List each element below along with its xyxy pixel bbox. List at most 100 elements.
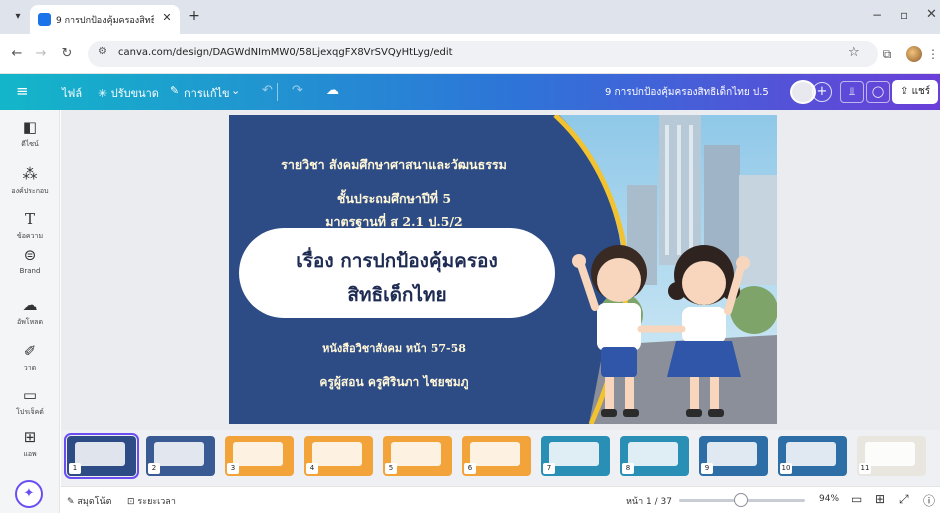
- timer-button[interactable]: ⊡ ระยะเวลา: [127, 494, 176, 508]
- notes-label: สมุดโน้ต: [77, 497, 112, 507]
- sidebar-item-draw[interactable]: ✐ วาด: [0, 342, 60, 374]
- pages-view-icon[interactable]: ▭: [851, 492, 862, 506]
- thumbnail-preview: [154, 442, 204, 466]
- sidebar-item-label: องค์ประกอบ: [11, 187, 49, 195]
- edit-pencil-icon[interactable]: ✎: [170, 84, 179, 97]
- thumbnail-preview: [233, 442, 283, 466]
- omnibox[interactable]: ⚙ canva.com/design/DAGWdNImMW0/58LjexqgF…: [88, 41, 878, 67]
- help-icon[interactable]: ⓘ: [923, 492, 935, 509]
- sidebar-item-text[interactable]: T ข้อความ: [0, 210, 60, 242]
- page-thumbnail[interactable]: 6: [462, 436, 531, 476]
- chevron-down-icon[interactable]: ⌄: [231, 84, 240, 97]
- slide-subject-text[interactable]: รายวิชา สังคมศึกษาศาสนาและวัฒนธรรม: [229, 155, 559, 175]
- page-thumbnail[interactable]: 4: [304, 436, 373, 476]
- new-tab-button[interactable]: +: [186, 8, 202, 24]
- resize-button[interactable]: ✳ ปรับขนาด: [98, 84, 159, 102]
- redo-icon[interactable]: ↷: [292, 83, 303, 98]
- thumbnail-number: 10: [780, 463, 792, 474]
- page-thumbnail[interactable]: 3: [225, 436, 294, 476]
- close-tab-icon[interactable]: ✕: [160, 11, 174, 25]
- page-thumbnail[interactable]: 2: [146, 436, 215, 476]
- analytics-icon[interactable]: ⫫: [840, 81, 864, 103]
- thumbnail-preview: [786, 442, 836, 466]
- sidebar-item-label: แอพ: [23, 450, 37, 458]
- sidebar-item-label: Brand: [19, 267, 41, 275]
- reload-icon[interactable]: ↻: [58, 45, 76, 63]
- page-thumbnail[interactable]: 10: [778, 436, 847, 476]
- sidebar-item-label: ดีไซน์: [21, 140, 39, 148]
- page-thumbnail[interactable]: 1: [64, 433, 139, 479]
- page-thumbnail[interactable]: 8: [620, 436, 689, 476]
- grid-view-icon[interactable]: ⊞: [875, 492, 885, 506]
- fullscreen-icon[interactable]: ⤢: [899, 492, 909, 507]
- bookmark-star-icon[interactable]: ☆: [848, 45, 860, 60]
- left-sidebar: ◧ ดีไซน์ ⁂ องค์ประกอบ T ข้อความ ⊜ Brand …: [0, 110, 60, 513]
- slide-topic-pill[interactable]: เรื่อง การปกป้องคุ้มครอง สิทธิเด็กไทย: [239, 228, 555, 318]
- thumbnail-number: 7: [543, 463, 555, 474]
- toolbar-divider: [277, 83, 278, 101]
- thumbnail-number: 9: [701, 463, 713, 474]
- slide-book-reference[interactable]: หนังสือวิชาสังคม หน้า 57-58: [229, 339, 559, 357]
- address-bar-row: ← → ↻ ⚙ canva.com/design/DAGWdNImMW0/58L…: [0, 34, 940, 74]
- sidebar-item-design[interactable]: ◧ ดีไซน์: [0, 118, 60, 150]
- notes-icon: ✎: [67, 497, 78, 507]
- add-collaborator-button[interactable]: +: [812, 82, 832, 102]
- thumbnail-preview: [628, 442, 678, 466]
- window-close-icon[interactable]: ✕: [926, 7, 937, 22]
- share-button[interactable]: ⇪ แชร์: [892, 80, 938, 104]
- thumbnail-number: 6: [464, 463, 476, 474]
- zoom-slider-handle[interactable]: [734, 493, 748, 507]
- document-title[interactable]: 9 การปกป้องคุ้มครองสิทธิเด็กไทย ป.5: [605, 85, 769, 100]
- browser-tab-strip: ▾ 9 การปกป้องคุ้มครองสิทธิเด็กไทย ป.5 ✕ …: [0, 0, 940, 34]
- thumbnail-number: 4: [306, 463, 318, 474]
- tab-search-icon[interactable]: ▾: [10, 9, 26, 25]
- thumbnail-number: 3: [227, 463, 239, 474]
- minimize-icon[interactable]: −: [872, 8, 882, 22]
- thumbnail-preview: [549, 442, 599, 466]
- profile-avatar[interactable]: [906, 46, 922, 62]
- page-thumbnail[interactable]: 9: [699, 436, 768, 476]
- url-text[interactable]: canva.com/design/DAGWdNImMW0/58LjexqgFX8…: [118, 47, 453, 58]
- apps-icon: ⊞: [23, 428, 37, 446]
- thumbnail-number: 2: [148, 463, 160, 474]
- page-thumbnail[interactable]: 5: [383, 436, 452, 476]
- browser-menu-icon[interactable]: ⋮: [924, 45, 940, 63]
- forward-icon[interactable]: →: [32, 45, 50, 63]
- thumbnail-number: 1: [69, 463, 81, 474]
- sidebar-item-apps[interactable]: ⊞ แอพ: [0, 428, 60, 460]
- share-upload-icon: ⇪: [900, 86, 912, 97]
- edit-mode-dropdown[interactable]: การแก้ไข: [184, 84, 230, 102]
- thumbnail-preview: [470, 442, 520, 466]
- brand-icon: ⊜: [23, 246, 37, 264]
- back-icon[interactable]: ←: [8, 45, 26, 63]
- notes-button[interactable]: ✎ สมุดโน้ต: [67, 494, 112, 508]
- page-thumbnail[interactable]: 11: [857, 436, 926, 476]
- sidebar-item-upload[interactable]: ☁ อัพโหลด: [0, 296, 60, 328]
- sidebar-item-brand[interactable]: ⊜ Brand: [0, 246, 60, 275]
- slide-topic-line2[interactable]: สิทธิเด็กไทย: [239, 280, 555, 310]
- comment-icon[interactable]: ◯: [866, 81, 890, 103]
- browser-tab[interactable]: 9 การปกป้องคุ้มครองสิทธิเด็กไทย ป.5 ✕: [30, 5, 180, 34]
- thumbnail-preview: [707, 442, 757, 466]
- menu-icon[interactable]: ≡: [16, 82, 29, 100]
- cloud-saved-icon: ☁: [326, 83, 339, 98]
- undo-icon[interactable]: ↶: [262, 83, 273, 98]
- canva-favicon-icon: [38, 13, 51, 26]
- sidebar-item-elements[interactable]: ⁂ องค์ประกอบ: [0, 165, 60, 197]
- site-info-icon[interactable]: ⚙: [98, 46, 107, 57]
- canva-toolbar: ≡ ไฟล์ ✳ ปรับขนาด ✎ การแก้ไข ⌄ ↶ ↷ ☁ 9 ก…: [0, 74, 940, 110]
- page-indicator[interactable]: หน้า 1 / 37: [626, 494, 672, 508]
- restore-icon[interactable]: ▫: [900, 8, 908, 22]
- sidebar-item-projects[interactable]: ▭ โปรเจ็คต์: [0, 386, 60, 418]
- magic-assistant-button[interactable]: ✦: [15, 480, 43, 508]
- file-menu[interactable]: ไฟล์: [62, 84, 82, 102]
- elements-icon: ⁂: [22, 165, 38, 183]
- zoom-level[interactable]: 94%: [819, 494, 839, 504]
- slide-topic-line1[interactable]: เรื่อง การปกป้องคุ้มครอง: [239, 246, 555, 276]
- slide-teacher-name[interactable]: ครูผู้สอน ครูศิรินภา ไชยชมภู: [229, 373, 559, 392]
- slide-grade-text[interactable]: ชั้นประถมศึกษาปีที่ 5: [229, 189, 559, 209]
- extensions-icon[interactable]: ⧉: [878, 45, 896, 63]
- page-thumbnail[interactable]: 7: [541, 436, 610, 476]
- thumbnail-number: 5: [385, 463, 397, 474]
- slide-canvas[interactable]: รายวิชา สังคมศึกษาศาสนาและวัฒนธรรม ชั้นป…: [229, 115, 777, 424]
